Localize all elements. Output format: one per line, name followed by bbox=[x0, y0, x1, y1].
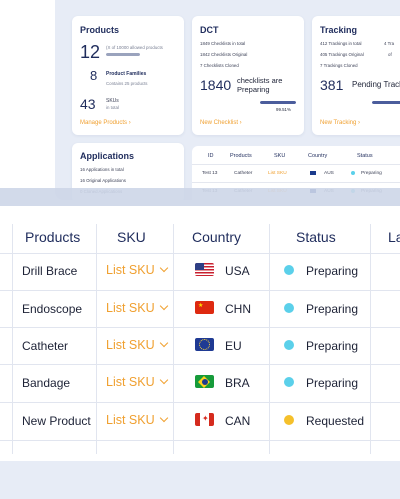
overlay-band bbox=[0, 188, 400, 206]
status-dot-icon bbox=[284, 415, 294, 425]
status-dot-icon bbox=[284, 303, 294, 313]
tracking-bignum: 381 bbox=[320, 77, 344, 93]
mini-header-products: Products bbox=[230, 153, 252, 159]
row-product: Bandage bbox=[22, 376, 71, 390]
families-label: Product Families bbox=[106, 71, 147, 77]
dct-big-label: checklists are Preparing bbox=[237, 76, 283, 94]
mini-row1-status: Preparing bbox=[361, 171, 382, 176]
mini-row1-status-dot bbox=[351, 171, 355, 175]
mini-row1-id: Test 13 bbox=[202, 171, 218, 176]
skus-sub: in total bbox=[106, 105, 119, 110]
products-table: Products SKU Country Status La Drill Bra… bbox=[0, 206, 400, 461]
mini-header-country: Country bbox=[308, 153, 328, 159]
dct-progress-bar bbox=[260, 101, 296, 104]
skus-label: SKUs bbox=[106, 98, 119, 104]
products-progress-bar bbox=[106, 53, 140, 56]
chevron-down-icon bbox=[159, 375, 168, 385]
skus-count: 43 bbox=[80, 96, 96, 112]
tracking-line3: 7 Trackings Cloned bbox=[320, 63, 358, 68]
chevron-down-icon bbox=[159, 338, 168, 348]
families-sub: Contains 25 products bbox=[106, 81, 148, 86]
tracking-line2: 405 Trackings Original bbox=[320, 52, 364, 57]
products-card-title: Products bbox=[80, 25, 120, 35]
row-sku-dropdown[interactable]: List SKU bbox=[106, 301, 168, 315]
new-checklist-link[interactable]: New Checklist › bbox=[200, 120, 242, 126]
flag-brazil-icon bbox=[195, 375, 214, 388]
manage-products-link[interactable]: Manage Products › bbox=[80, 120, 131, 126]
tracking-card: Tracking 412 Trackings in total 405 Trac… bbox=[312, 16, 400, 135]
row-product: Endoscope bbox=[22, 302, 83, 316]
column-header-status[interactable]: Status bbox=[296, 229, 336, 245]
tracking-side2: of bbox=[388, 52, 392, 57]
tracking-big-label: Pending Track bbox=[352, 80, 400, 89]
row-country: USA bbox=[225, 264, 250, 278]
mini-row1-sku[interactable]: List SKU bbox=[268, 171, 287, 176]
products-count-caption: (X of 10000 allowed products bbox=[106, 45, 163, 50]
dct-line2: 1842 Checklists Original bbox=[200, 52, 248, 57]
applications-card-title: Applications bbox=[80, 151, 135, 161]
row-country: BRA bbox=[225, 376, 250, 390]
row-sku-dropdown[interactable]: List SKU bbox=[106, 263, 168, 277]
tracking-line1: 412 Trackings in total bbox=[320, 41, 362, 46]
column-header-last[interactable]: La bbox=[388, 229, 400, 245]
dct-percent: 99.51% bbox=[276, 107, 291, 112]
row-product: New Product bbox=[22, 414, 91, 428]
mini-header-id: ID bbox=[208, 153, 214, 159]
status-dot-icon bbox=[284, 340, 294, 350]
row-product: Drill Brace bbox=[22, 264, 78, 278]
mini-row1-product: Catheter bbox=[234, 171, 253, 176]
dct-line3: 7 Checklists Cloned bbox=[200, 63, 239, 68]
dct-bignum: 1840 bbox=[200, 77, 232, 93]
tracking-card-title: Tracking bbox=[320, 25, 358, 35]
chevron-down-icon bbox=[159, 263, 168, 273]
new-tracking-link[interactable]: New Tracking › bbox=[320, 120, 360, 126]
dct-card-title: DCT bbox=[200, 25, 219, 35]
row-product: Catheter bbox=[22, 339, 69, 353]
tracking-side1: 4 Tra bbox=[384, 41, 395, 46]
row-sku-dropdown[interactable]: List SKU bbox=[106, 413, 168, 427]
products-count: 12 bbox=[80, 42, 101, 62]
row-country: EU bbox=[225, 339, 242, 353]
row-status: Preparing bbox=[306, 302, 359, 316]
column-header-country[interactable]: Country bbox=[192, 229, 241, 245]
mini-row1-country: AUS bbox=[324, 171, 334, 176]
mini-header-sku: SKU bbox=[274, 153, 286, 159]
row-status: Requested bbox=[306, 414, 365, 428]
row-status: Preparing bbox=[306, 376, 359, 390]
products-card: Products 12 (X of 10000 allowed products… bbox=[72, 16, 184, 135]
tracking-progress-bar bbox=[372, 101, 400, 104]
applications-line2: 16 Original Applications bbox=[80, 178, 126, 183]
mini-row1-flag-icon bbox=[310, 171, 316, 175]
dashboard-background: Products 12 (X of 10000 allowed products… bbox=[0, 0, 400, 200]
column-header-products[interactable]: Products bbox=[25, 229, 80, 245]
dct-card: DCT 1849 Checklists in total 1842 Checkl… bbox=[192, 16, 304, 135]
status-dot-icon bbox=[284, 265, 294, 275]
mini-header-status: Status bbox=[357, 153, 373, 159]
flag-eu-icon bbox=[195, 338, 214, 351]
chevron-down-icon bbox=[159, 301, 168, 311]
row-country: CHN bbox=[225, 302, 251, 316]
flag-canada-icon: ✦ bbox=[195, 413, 214, 426]
row-status: Preparing bbox=[306, 339, 359, 353]
row-country: CAN bbox=[225, 414, 251, 428]
row-sku-dropdown[interactable]: List SKU bbox=[106, 338, 168, 352]
flag-usa-icon bbox=[195, 263, 214, 276]
families-count: 8 bbox=[90, 68, 98, 83]
footer-band bbox=[0, 461, 400, 499]
dct-line1: 1849 Checklists in total bbox=[200, 41, 246, 46]
applications-line1: 16 Applications in total bbox=[80, 167, 124, 172]
column-header-sku[interactable]: SKU bbox=[117, 229, 146, 245]
flag-china-icon: ★ bbox=[195, 301, 214, 314]
row-status: Preparing bbox=[306, 264, 359, 278]
chevron-down-icon bbox=[159, 413, 168, 423]
row-sku-dropdown[interactable]: List SKU bbox=[106, 375, 168, 389]
status-dot-icon bbox=[284, 377, 294, 387]
